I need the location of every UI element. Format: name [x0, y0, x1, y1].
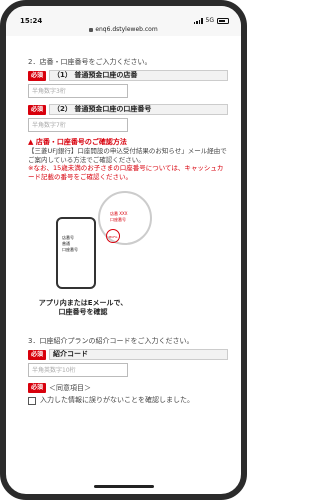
signal-icon	[193, 17, 203, 24]
url-bar[interactable]: enq6.dstyleweb.com	[6, 26, 241, 33]
notice-warning: ※なお、15歳未満のお子さまの口座番号については、キャッシュカード記載の番号をご…	[28, 164, 224, 181]
illustration-caption: アプリ内またはEメールで、 口座番号を確認	[38, 299, 128, 316]
url-text: enq6.dstyleweb.com	[95, 26, 158, 33]
status-icons: 5G	[193, 17, 229, 24]
battery-icon	[217, 17, 229, 24]
agreement-checkbox-row[interactable]: 入力した情報に誤りがないことを確認しました。	[28, 396, 228, 405]
branch-input[interactable]: 半角数字3桁	[28, 84, 128, 98]
mufg-logo: MUFG	[106, 229, 120, 243]
required-badge: 必須	[28, 104, 47, 115]
branch-label: （1） 普通預金口座の店番	[49, 70, 228, 81]
status-time: 15:24	[20, 17, 43, 25]
agreement-checkbox[interactable]	[28, 397, 36, 405]
lock-icon	[89, 27, 94, 32]
required-badge: 必須	[28, 70, 47, 81]
form-content: 2．店番・口座番号をご入力ください。 必須 （1） 普通預金口座の店番 半角数字…	[28, 58, 228, 405]
agreement-header: 必須 ＜同意項目＞	[28, 383, 228, 393]
code-input[interactable]: 半角英数字10桁	[28, 363, 128, 377]
magnifier-illustration: MUFG 店番 XXX 口座番号	[98, 191, 152, 245]
code-field-header: 必須 紹介コード	[28, 349, 228, 360]
required-badge: 必須	[28, 349, 47, 360]
section2-question: 2．店番・口座番号をご入力ください。	[28, 58, 152, 66]
section3-question: 3．口座紹介プランの紹介コードをご入力ください。	[28, 337, 194, 345]
phone-illustration: 店番号 普通 口座番号	[56, 217, 96, 289]
notice-body: 【三菱UFJ銀行】口座開設の申込受付結果のお知らせ」メール経由でご案内している方…	[28, 147, 227, 164]
network-label: 5G	[205, 17, 214, 24]
phone-screen-text: 店番号 普通 口座番号	[62, 235, 78, 252]
agreement-title: ＜同意項目＞	[49, 383, 92, 392]
notice-title: ▲ 店番・口座番号のご確認方法	[28, 138, 127, 146]
branch-field-header: 必須 （1） 普通預金口座の店番	[28, 70, 228, 81]
magnified-text: 店番 XXX 口座番号	[110, 211, 128, 222]
account-field-header: 必須 （2） 普通預金口座の口座番号	[28, 104, 228, 115]
account-label: （2） 普通預金口座の口座番号	[49, 104, 228, 115]
agreement-checkbox-label: 入力した情報に誤りがないことを確認しました。	[40, 396, 194, 404]
required-badge: 必須	[28, 383, 47, 393]
home-indicator	[93, 485, 154, 488]
code-label: 紹介コード	[49, 349, 228, 360]
account-number-illustration: 店番号 普通 口座番号 MUFG 店番 XXX 口座番号 アプリ内またはEメール…	[28, 187, 228, 337]
phone-frame: 15:24 5G enq6.dstyleweb.com 2．店番・口座番号をご入…	[0, 0, 247, 500]
account-input[interactable]: 半角数字7桁	[28, 118, 128, 132]
